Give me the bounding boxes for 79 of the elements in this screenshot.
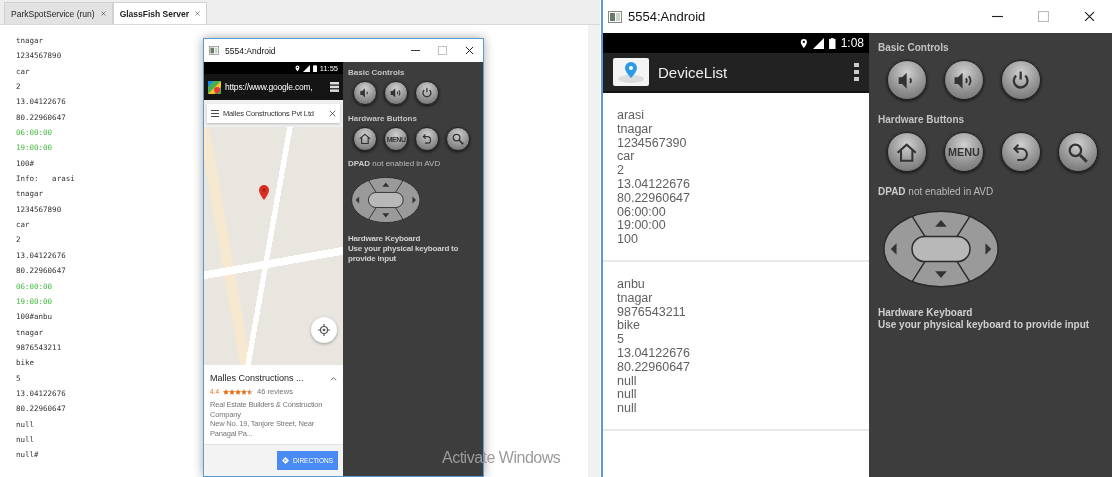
device-field: 80.22960647 bbox=[617, 191, 855, 206]
device-field: null bbox=[617, 402, 855, 416]
power-button[interactable] bbox=[415, 81, 440, 106]
url-text: https://www.google.com, bbox=[225, 82, 313, 92]
menu-button[interactable]: MENU bbox=[944, 132, 984, 173]
window-icon bbox=[209, 46, 219, 55]
search-icon bbox=[450, 131, 467, 147]
volume-down-button[interactable] bbox=[353, 81, 378, 106]
device-field: tnagar bbox=[617, 291, 855, 306]
device-field: car bbox=[617, 150, 855, 165]
device-field: 100 bbox=[617, 233, 855, 247]
maximize-icon bbox=[1037, 11, 1049, 22]
dpad-control[interactable] bbox=[882, 209, 999, 290]
window-icon bbox=[608, 10, 622, 23]
overflow-menu-icon[interactable] bbox=[854, 62, 859, 82]
volume-up-button[interactable] bbox=[944, 60, 984, 101]
crosshair-icon bbox=[318, 324, 330, 336]
back-button[interactable] bbox=[415, 127, 440, 151]
battery-icon bbox=[829, 37, 836, 49]
menu-icon[interactable] bbox=[211, 110, 219, 117]
chevron-up-icon[interactable] bbox=[330, 375, 337, 381]
home-button[interactable] bbox=[887, 132, 927, 173]
device-field: 19:00:00 bbox=[617, 219, 855, 234]
menu-icon[interactable] bbox=[330, 82, 339, 92]
maps-icon bbox=[208, 80, 221, 94]
map-pin-icon bbox=[259, 185, 269, 200]
section-label: Hardware Buttons bbox=[878, 114, 966, 126]
location-pin-icon bbox=[800, 37, 809, 49]
close-icon[interactable] bbox=[100, 11, 106, 16]
device-field: null bbox=[617, 388, 855, 403]
app-logo-icon bbox=[613, 58, 649, 86]
search-button[interactable] bbox=[446, 127, 471, 151]
home-button[interactable] bbox=[353, 127, 378, 151]
section-label: Hardware Keyboard bbox=[348, 234, 422, 244]
section-label: Hardware Buttons bbox=[348, 113, 418, 123]
device-field: anbu bbox=[617, 277, 855, 292]
output-tab[interactable]: ParkSpotService (run) bbox=[4, 2, 113, 24]
device-field: tnagar bbox=[617, 122, 855, 137]
directions-icon bbox=[281, 457, 289, 464]
window-title: 5554:Android bbox=[225, 45, 276, 56]
device-field: 13.04122676 bbox=[617, 346, 855, 361]
device-field: 13.04122676 bbox=[617, 178, 855, 192]
section-label: Basic Controls bbox=[878, 42, 950, 53]
volume-down-button[interactable] bbox=[887, 60, 927, 101]
device-field: 06:00:00 bbox=[617, 205, 855, 220]
signal-icon bbox=[813, 37, 825, 49]
keyboard-note: Use your physical keyboard to provide input bbox=[348, 244, 460, 264]
window-title: 5554:Android bbox=[628, 9, 706, 24]
keyboard-note: Use your physical keyboard to provide input bbox=[878, 319, 1091, 332]
device-field: bike bbox=[617, 319, 855, 334]
device-field: 9876543211 bbox=[617, 305, 855, 320]
volume-up-button[interactable] bbox=[384, 81, 409, 106]
device-field: 80.22960647 bbox=[617, 360, 855, 375]
battery-icon bbox=[312, 64, 317, 72]
close-icon bbox=[465, 46, 474, 55]
close-icon[interactable] bbox=[195, 11, 201, 16]
dpad-note: DPAD not enabled in AVD bbox=[878, 186, 995, 198]
app-title: DeviceList bbox=[658, 63, 728, 81]
maximize-icon bbox=[438, 46, 447, 55]
signal-icon bbox=[302, 64, 310, 72]
device-field: arasi bbox=[617, 109, 855, 123]
device-field: null bbox=[617, 374, 855, 389]
back-button[interactable] bbox=[1001, 132, 1041, 173]
device-field: 1234567390 bbox=[617, 136, 855, 151]
power-button[interactable] bbox=[1001, 60, 1041, 101]
search-button[interactable] bbox=[1058, 132, 1098, 173]
output-tab[interactable]: GlassFish Server bbox=[112, 2, 208, 24]
dpad-control[interactable] bbox=[350, 175, 421, 224]
clock: 1:08 bbox=[840, 36, 864, 50]
my-location-button[interactable] bbox=[311, 317, 337, 343]
place-name: Malles Constructions ... bbox=[210, 373, 304, 383]
device-field: 2 bbox=[617, 164, 855, 178]
section-label: Hardware Keyboard bbox=[878, 307, 974, 320]
house-icon bbox=[357, 131, 374, 147]
close-icon bbox=[1083, 11, 1095, 22]
device-field: 5 bbox=[617, 333, 855, 347]
dpad-note: DPAD not enabled in AVD bbox=[348, 159, 442, 169]
close-icon[interactable] bbox=[329, 110, 336, 117]
section-label: Basic Controls bbox=[348, 68, 406, 77]
